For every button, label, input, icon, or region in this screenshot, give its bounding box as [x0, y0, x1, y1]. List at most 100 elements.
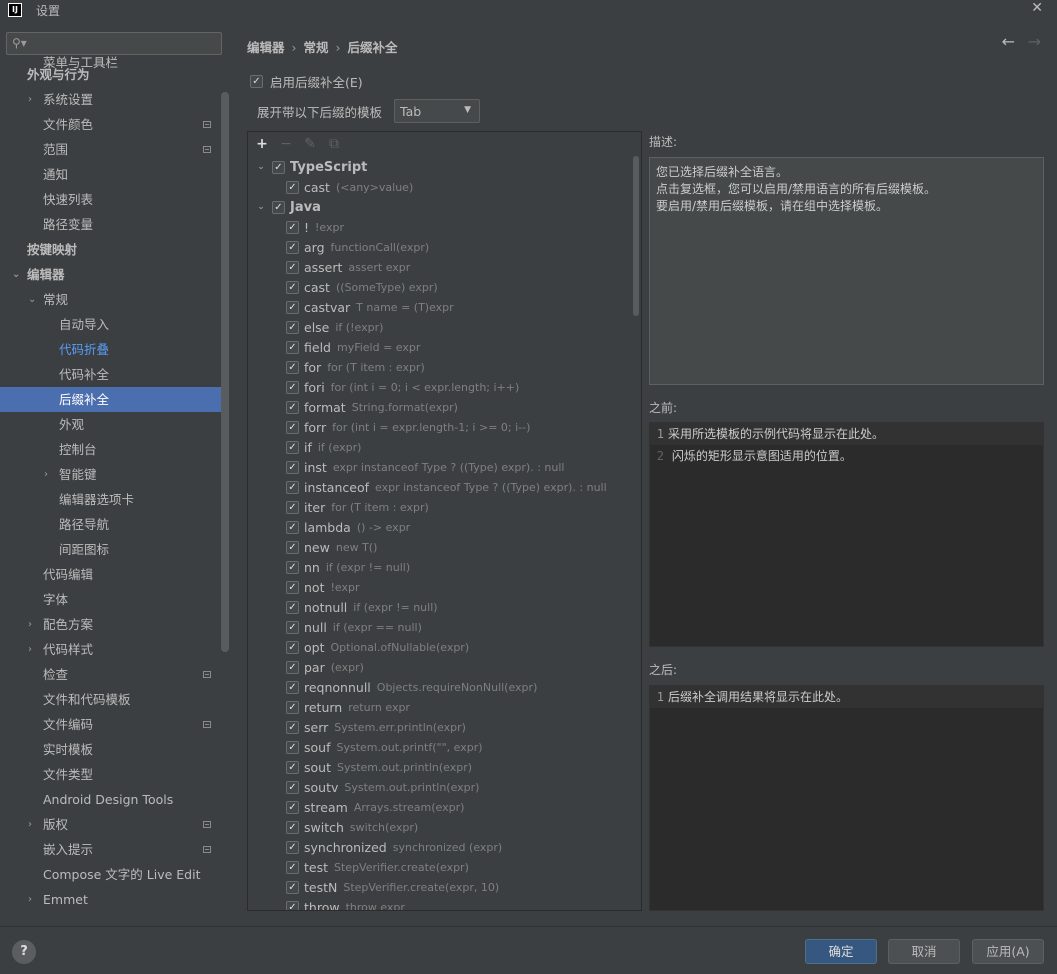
template-row[interactable]: ✓ field myField = expr	[286, 337, 420, 357]
sidebar-item[interactable]: 文件颜色	[0, 112, 229, 137]
template-checkbox[interactable]: ✓	[286, 740, 299, 754]
sidebar-item[interactable]: 代码折叠	[0, 337, 229, 362]
template-checkbox[interactable]: ✓	[286, 360, 299, 374]
template-row[interactable]: ✓ iter for (T item : expr)	[286, 497, 429, 517]
template-checkbox[interactable]: ✓	[286, 180, 299, 194]
chevron-right-icon[interactable]: ›	[28, 612, 32, 637]
template-row[interactable]: ✓ throw throw expr	[286, 897, 405, 910]
sidebar-item[interactable]: 代码编辑	[0, 562, 229, 587]
back-arrow-icon[interactable]: ←	[1002, 32, 1015, 51]
chevron-down-icon[interactable]: ⌄	[254, 162, 268, 172]
template-row[interactable]: ✓ switch switch(expr)	[286, 817, 418, 837]
sidebar-item[interactable]: 外观	[0, 412, 229, 437]
template-checkbox[interactable]: ✓	[286, 840, 299, 854]
template-checkbox[interactable]: ✓	[286, 540, 299, 554]
sidebar-item[interactable]: 按键映射	[0, 237, 229, 262]
enable-postfix-label[interactable]: 启用后缀补全(E)	[270, 72, 363, 91]
template-row[interactable]: ✓ new new T()	[286, 537, 377, 557]
template-checkbox[interactable]: ✓	[286, 440, 299, 454]
close-icon[interactable]: ✕	[1031, 0, 1043, 16]
template-row[interactable]: ✓ arg functionCall(expr)	[286, 237, 429, 257]
template-checkbox[interactable]: ✓	[286, 380, 299, 394]
sidebar-item[interactable]: 自动导入	[0, 312, 229, 337]
after-code-preview[interactable]: 1 后缀补全调用结果将显示在此处。	[649, 685, 1044, 911]
template-group-row[interactable]: ⌄ ✓ TypeScript	[254, 157, 367, 177]
template-row[interactable]: ✓ assert assert expr	[286, 257, 410, 277]
template-row[interactable]: ✓ serr System.err.println(expr)	[286, 717, 466, 737]
template-checkbox[interactable]: ✓	[286, 800, 299, 814]
sidebar-item[interactable]: Compose 文字的 Live Edit	[0, 862, 229, 887]
template-row[interactable]: ✓! !expr	[286, 217, 344, 237]
template-checkbox[interactable]: ✓	[286, 720, 299, 734]
edit-icon[interactable]: ✎	[298, 136, 322, 152]
sidebar-item[interactable]: 文件和代码模板	[0, 687, 229, 712]
forward-arrow-icon[interactable]: →	[1028, 32, 1041, 51]
sidebar-item[interactable]: ⌄ 编辑器	[0, 262, 229, 287]
chevron-down-icon[interactable]: ⌄	[254, 202, 268, 212]
template-row[interactable]: ✓ fori for (int i = 0; i < expr.length; i+…	[286, 377, 519, 397]
apply-button[interactable]: 应用(A)	[972, 939, 1044, 964]
sidebar-item[interactable]: 通知	[0, 162, 229, 187]
sidebar-item[interactable]: 控制台	[0, 437, 229, 462]
chevron-right-icon[interactable]: ›	[44, 462, 48, 487]
chevron-right-icon[interactable]: ›	[28, 887, 32, 912]
sidebar-item[interactable]: 快速列表	[0, 187, 229, 212]
template-row[interactable]: ✓ null if (expr == null)	[286, 617, 422, 637]
sidebar-item[interactable]: 编辑器选项卡	[0, 487, 229, 512]
template-row[interactable]: ✓ instanceof expr instanceof Type ? ((Type…	[286, 477, 607, 497]
template-row[interactable]: ✓ nn if (expr != null)	[286, 557, 410, 577]
sidebar-item[interactable]: 后缀补全	[0, 387, 229, 412]
sidebar-item[interactable]: › 系统设置	[0, 87, 229, 112]
sidebar-item[interactable]: › 配色方案	[0, 612, 229, 637]
template-checkbox[interactable]: ✓	[286, 760, 299, 774]
template-row[interactable]: ✓ if if (expr)	[286, 437, 361, 457]
sidebar-item[interactable]: › Emmet	[0, 887, 229, 912]
sidebar-item[interactable]: 实时模板	[0, 737, 229, 762]
copy-icon[interactable]: ⧉	[322, 136, 346, 152]
template-row[interactable]: ✓ lambda () -> expr	[286, 517, 410, 537]
chevron-right-icon[interactable]: ›	[28, 87, 32, 112]
template-checkbox[interactable]: ✓	[286, 240, 299, 254]
sidebar-scrollbar[interactable]	[221, 92, 229, 652]
template-row[interactable]: ✓ reqnonnull Objects.requireNonNull(expr)	[286, 677, 537, 697]
template-checkbox[interactable]: ✓	[286, 620, 299, 634]
sidebar-item[interactable]: Android Design Tools	[0, 787, 229, 812]
ok-button[interactable]: 确定	[805, 939, 877, 964]
template-group-row[interactable]: ⌄ ✓ Java	[254, 197, 321, 217]
template-row[interactable]: ✓ forr for (int i = expr.length-1; i >= 0;…	[286, 417, 530, 437]
template-row[interactable]: ✓ inst expr instanceof Type ? ((Type) expr…	[286, 457, 564, 477]
chevron-down-icon[interactable]: ⌄	[28, 287, 36, 312]
template-row[interactable]: ✓ notnull if (expr != null)	[286, 597, 438, 617]
template-row[interactable]: ✓ stream Arrays.stream(expr)	[286, 797, 464, 817]
chevron-right-icon[interactable]: ›	[28, 637, 32, 662]
template-row[interactable]: ✓ souf System.out.printf("", expr)	[286, 737, 483, 757]
add-icon[interactable]: +	[250, 136, 274, 152]
template-row[interactable]: ✓ format String.format(expr)	[286, 397, 458, 417]
before-code-preview[interactable]: 1 采用所选模板的示例代码将显示在此处。 2 闪烁的矩形显示意图适用的位置。	[649, 422, 1044, 647]
sidebar-item[interactable]: 嵌入提示	[0, 837, 229, 862]
sidebar-item[interactable]: 检查	[0, 662, 229, 687]
template-checkbox[interactable]: ✓	[286, 280, 299, 294]
sidebar-item[interactable]: 外观与行为	[0, 62, 229, 87]
template-checkbox[interactable]: ✓	[286, 260, 299, 274]
template-row[interactable]: ✓ return return expr	[286, 697, 410, 717]
template-checkbox[interactable]: ✓	[286, 420, 299, 434]
template-checkbox[interactable]: ✓	[286, 700, 299, 714]
template-row[interactable]: ✓ cast ((SomeType) expr)	[286, 277, 438, 297]
sidebar-item[interactable]: › 智能键	[0, 462, 229, 487]
template-row[interactable]: ✓ for for (T item : expr)	[286, 357, 425, 377]
template-checkbox[interactable]: ✓	[286, 900, 299, 910]
template-row[interactable]: ✓ sout System.out.println(expr)	[286, 757, 472, 777]
template-checkbox[interactable]: ✓	[286, 400, 299, 414]
template-row[interactable]: ✓ castvar T name = (T)expr	[286, 297, 454, 317]
template-row[interactable]: ✓ test StepVerifier.create(expr)	[286, 857, 469, 877]
chevron-down-icon[interactable]: ⌄	[12, 262, 20, 287]
sidebar-item[interactable]: 文件编码	[0, 712, 229, 737]
template-checkbox[interactable]: ✓	[286, 340, 299, 354]
template-checkbox[interactable]: ✓	[286, 520, 299, 534]
sidebar-item[interactable]: 路径导航	[0, 512, 229, 537]
template-checkbox[interactable]: ✓	[286, 460, 299, 474]
remove-icon[interactable]: −	[274, 136, 298, 152]
expand-key-select[interactable]: Tab ▼	[394, 99, 481, 123]
template-checkbox[interactable]: ✓	[286, 600, 299, 614]
